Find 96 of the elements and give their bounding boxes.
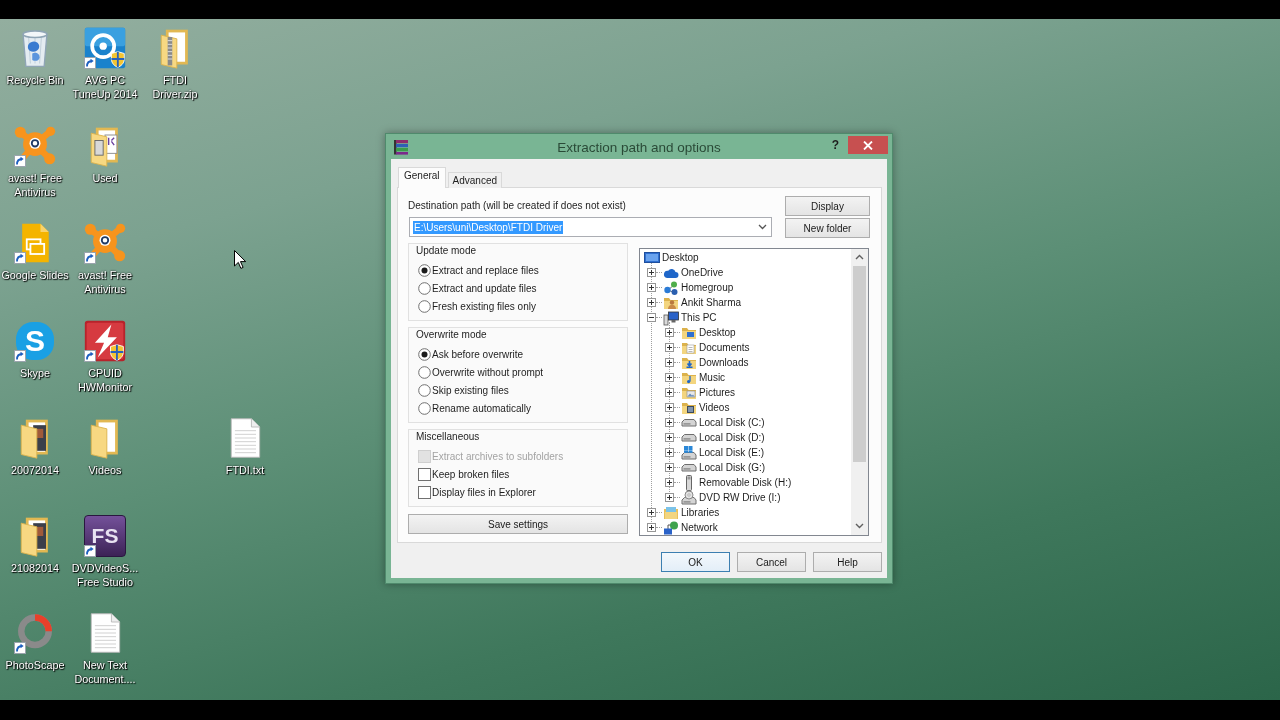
tree-item[interactable]: Homegroup [681,281,734,294]
tree-item[interactable]: Music [699,371,726,384]
tab[interactable]: General [398,167,446,188]
tree-item[interactable]: Desktop [699,326,736,339]
drive-icon [681,433,697,442]
radio-button[interactable] [418,281,431,295]
radio-button[interactable] [418,299,431,313]
radio-button[interactable] [418,383,431,397]
expand-toggle[interactable] [665,463,674,472]
checkbox[interactable] [418,467,431,481]
button[interactable]: Cancel [737,552,806,572]
expand-toggle[interactable] [665,478,674,487]
expand-toggle[interactable] [665,403,674,412]
radio-button[interactable] [418,401,431,415]
chevron-up-icon[interactable] [855,254,864,260]
expand-toggle[interactable] [647,268,656,277]
tree-item[interactable]: Local Disk (G:) [699,461,766,474]
radio-button[interactable] [418,365,431,379]
field-label: Destination path (will be created if does not exist) [408,199,626,213]
drive-icon [681,444,697,461]
icon-label[interactable]: 21082014 [10,560,59,575]
tree-item[interactable]: This PC [681,311,717,324]
expand-toggle[interactable] [665,493,674,502]
expand-toggle[interactable] [647,298,656,307]
lightning-tile-icon[interactable] [83,318,127,363]
group-title: Update mode [416,244,477,258]
button[interactable]: New folder [785,218,870,238]
app-logo[interactable]: FS [84,514,126,557]
option-label[interactable]: Extract and update files [432,281,537,295]
expand-toggle[interactable] [665,328,674,337]
option-label[interactable]: Overwrite without prompt [432,365,544,379]
expand-toggle[interactable] [665,388,674,397]
option-label[interactable]: Skip existing files [432,383,509,397]
option-label[interactable]: Fresh existing files only [432,299,536,313]
tree-item[interactable]: Desktop [662,251,699,264]
tree-item[interactable]: Local Disk (E:) [699,446,764,459]
option-label[interactable]: Rename automatically [432,401,531,415]
radio-button[interactable] [418,263,431,277]
drive-icon [681,418,697,427]
tree-item[interactable]: DVD RW Drive (I:) [699,491,781,504]
network-icon [663,519,679,535]
disc-drive-icon [681,489,697,506]
monitor-icon [644,249,660,266]
window-title: Extraction path and options [557,139,721,156]
expand-toggle[interactable] [665,433,674,442]
option-label[interactable]: Display files in Explorer [432,485,536,499]
mouse-pointer-icon [234,250,246,269]
option-label[interactable]: Ask before overwrite [432,347,524,361]
tree-item[interactable]: OneDrive [681,266,724,279]
tree-item[interactable]: Libraries [681,506,720,519]
button[interactable]: OK [661,552,730,572]
tree-item[interactable]: Pictures [699,386,736,399]
tree-item[interactable]: Removable Disk (H:) [699,476,792,489]
tree-item[interactable]: Videos [699,401,730,414]
option-label[interactable]: Keep broken files [432,467,510,481]
scrollbar-track[interactable] [851,249,868,535]
expand-toggle[interactable] [647,313,656,322]
icon-label[interactable]: PhotoScape [5,658,65,672]
icon-label[interactable]: DVDVideoS... Free Studio [70,560,140,589]
close-button[interactable] [848,136,888,154]
expand-toggle[interactable] [665,358,674,367]
tree-item[interactable]: Local Disk (C:) [699,416,765,429]
tree-item[interactable]: Ankit Sharma [681,296,742,309]
library-folder-icon [663,504,679,521]
expand-toggle[interactable] [647,523,656,532]
tree-item[interactable]: Downloads [699,356,749,369]
tree-item[interactable]: Documents [699,341,750,354]
computer-icon [663,309,679,326]
expand-toggle[interactable] [665,343,674,352]
expand-toggle[interactable] [665,373,674,382]
expand-toggle[interactable] [647,283,656,292]
expand-toggle[interactable] [665,448,674,457]
close-icon [863,140,873,150]
group-title: Miscellaneous [416,430,480,444]
icon-label[interactable]: FTDI.txt [225,463,265,477]
scrollbar-thumb[interactable] [853,266,866,462]
drive-icon [681,463,697,472]
expand-toggle[interactable] [665,418,674,427]
button[interactable]: Display [785,196,870,216]
radio-button[interactable] [418,347,431,361]
network-nodes-icon [663,279,679,296]
group-title: Overwrite mode [416,328,487,342]
icon-label[interactable]: New Text Document.... [70,658,140,686]
option-label[interactable]: Extract and replace files [432,263,539,277]
chevron-down-icon[interactable] [855,523,864,529]
tree-item[interactable]: Network [681,521,718,534]
chevron-down-icon[interactable] [758,224,767,230]
expand-toggle[interactable] [647,508,656,517]
books-stack-icon [393,139,409,155]
save-settings-button[interactable]: Save settings [408,514,628,534]
tab[interactable]: Advanced [447,172,503,188]
help-button[interactable]: ? [825,136,845,152]
button[interactable]: Help [813,552,882,572]
tree-item[interactable]: Local Disk (D:) [699,431,765,444]
checkbox[interactable] [418,485,431,499]
ring-tile-icon[interactable] [83,26,127,70]
